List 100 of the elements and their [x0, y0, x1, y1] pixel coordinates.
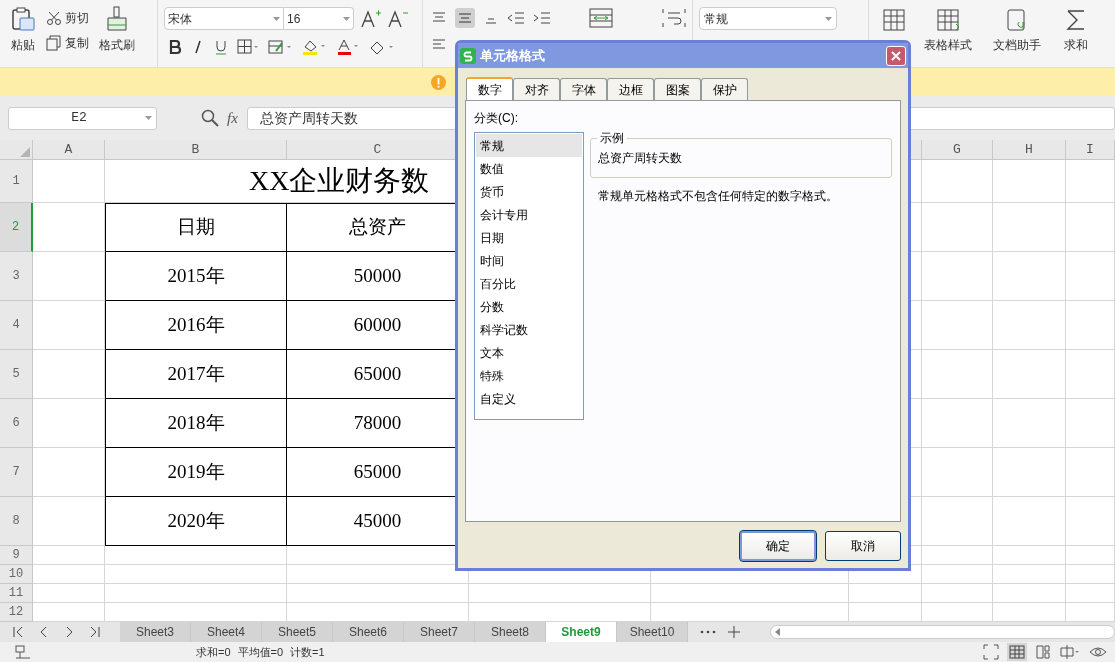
- decrease-font-icon[interactable]: [387, 8, 409, 29]
- page-break-icon[interactable]: [1035, 644, 1051, 660]
- decrease-indent-icon[interactable]: [507, 11, 525, 25]
- normal-view-icon[interactable]: [1007, 643, 1027, 661]
- category-item[interactable]: 会计专用: [476, 203, 582, 226]
- category-item[interactable]: 数值: [476, 157, 582, 180]
- grid-cell: [33, 497, 105, 546]
- fill-color-icon[interactable]: [301, 38, 327, 56]
- clipboard-icon[interactable]: [10, 6, 36, 32]
- underline-icon[interactable]: [214, 39, 228, 55]
- reading-mode-icon[interactable]: [1059, 644, 1081, 660]
- align-top-icon[interactable]: [431, 11, 447, 25]
- column-header[interactable]: G: [922, 140, 993, 159]
- category-item[interactable]: 日期: [476, 226, 582, 249]
- sheet-tab[interactable]: Sheet8: [475, 622, 546, 642]
- category-item[interactable]: 分数: [476, 295, 582, 318]
- sheet-tab[interactable]: Sheet3: [120, 622, 191, 642]
- dialog-tab[interactable]: 图案: [654, 78, 701, 100]
- add-sheet-icon[interactable]: [728, 626, 740, 638]
- row-header[interactable]: 10: [0, 565, 33, 584]
- caret-icon[interactable]: [825, 16, 832, 21]
- font-name-dropdown[interactable]: 宋体: [164, 7, 284, 30]
- number-format-dropdown[interactable]: 常规: [699, 7, 837, 30]
- column-header[interactable]: B: [105, 140, 287, 159]
- copy-icon[interactable]: [46, 35, 62, 51]
- sheet-tab[interactable]: Sheet10: [617, 622, 688, 642]
- category-item[interactable]: 科学记数: [476, 318, 582, 341]
- dialog-tab[interactable]: 对齐: [513, 78, 560, 100]
- close-icon[interactable]: [891, 50, 901, 61]
- paintbrush-icon[interactable]: [105, 6, 129, 32]
- dialog-button[interactable]: 确定: [740, 531, 816, 561]
- category-item[interactable]: 自定义: [476, 387, 582, 410]
- borders-icon[interactable]: [237, 39, 259, 55]
- grid-cell: [1066, 546, 1115, 565]
- more-icon[interactable]: [700, 629, 716, 635]
- dialog-tab[interactable]: 保护: [701, 78, 748, 100]
- sheet-tab[interactable]: Sheet5: [262, 622, 333, 642]
- table-icon[interactable]: [882, 8, 906, 32]
- caret-icon[interactable]: [343, 16, 350, 21]
- align-left-icon[interactable]: [431, 38, 447, 52]
- category-item[interactable]: 特殊: [476, 364, 582, 387]
- row-header[interactable]: 3: [0, 252, 33, 301]
- wrap-text-icon[interactable]: [661, 8, 687, 28]
- row-header[interactable]: 11: [0, 584, 33, 603]
- align-middle-icon[interactable]: [455, 8, 475, 28]
- sheet-tab[interactable]: Sheet7: [404, 622, 475, 642]
- category-item[interactable]: 时间: [476, 249, 582, 272]
- conditional-format-icon[interactable]: [268, 39, 292, 55]
- table-style-icon[interactable]: [936, 8, 960, 32]
- row-header[interactable]: 9: [0, 546, 33, 565]
- column-header[interactable]: H: [993, 140, 1066, 159]
- fullscreen-icon[interactable]: [983, 644, 999, 660]
- row-header[interactable]: 7: [0, 448, 33, 497]
- row-header[interactable]: 12: [0, 603, 33, 622]
- name-box[interactable]: E2: [8, 106, 157, 130]
- paste-button[interactable]: 粘贴: [10, 6, 36, 54]
- format-painter-button[interactable]: 格式刷: [99, 6, 135, 54]
- copy-button[interactable]: 复制: [46, 34, 89, 52]
- category-item[interactable]: 百分比: [476, 272, 582, 295]
- dialog-tab[interactable]: 边框: [607, 78, 654, 100]
- eraser-icon[interactable]: [369, 39, 395, 55]
- font-color-icon[interactable]: [336, 38, 360, 56]
- ribbon-button[interactable]: 求和: [1055, 8, 1097, 54]
- horizontal-scrollbar[interactable]: [770, 625, 1115, 639]
- bold-icon[interactable]: [168, 39, 182, 55]
- function-label[interactable]: fx: [227, 106, 238, 130]
- merge-cells-icon[interactable]: [589, 8, 613, 28]
- dialog-tab[interactable]: 数字: [466, 77, 513, 100]
- scissors-icon[interactable]: [46, 11, 62, 25]
- increase-indent-icon[interactable]: [533, 11, 551, 25]
- close-button[interactable]: [886, 45, 906, 66]
- column-header[interactable]: A: [33, 140, 105, 159]
- sheet-tab[interactable]: Sheet4: [191, 622, 262, 642]
- zoom-icon[interactable]: [201, 109, 219, 127]
- column-header[interactable]: I: [1066, 140, 1115, 159]
- category-item[interactable]: 文本: [476, 341, 582, 364]
- caret-icon[interactable]: [145, 116, 152, 120]
- table-cell: 2017年: [105, 350, 287, 399]
- cut-button[interactable]: 剪切: [46, 9, 89, 27]
- sheet-tab[interactable]: Sheet6: [333, 622, 404, 642]
- category-item[interactable]: 货币: [476, 180, 582, 203]
- caret-icon[interactable]: [273, 16, 280, 21]
- status-icon[interactable]: [14, 644, 32, 660]
- row-header[interactable]: 8: [0, 497, 33, 546]
- increase-font-icon[interactable]: [360, 8, 382, 29]
- row-header[interactable]: 1: [0, 160, 33, 203]
- row-header[interactable]: 4: [0, 301, 33, 350]
- app-logo-icon[interactable]: [460, 47, 476, 64]
- font-size-dropdown[interactable]: 16: [284, 7, 354, 30]
- ribbon-button[interactable]: 文档助手: [979, 8, 1055, 54]
- row-header[interactable]: 5: [0, 350, 33, 399]
- ribbon-button[interactable]: 表格样式: [917, 8, 979, 54]
- grid-cell: [33, 350, 105, 399]
- category-item[interactable]: 常规: [476, 134, 582, 157]
- scroll-left-icon[interactable]: [774, 628, 782, 636]
- eye-icon[interactable]: [1089, 644, 1107, 660]
- dialog-tab[interactable]: 字体: [560, 78, 607, 100]
- row-header[interactable]: 6: [0, 399, 33, 448]
- sheet-tab[interactable]: Sheet9: [546, 622, 617, 642]
- dialog-button[interactable]: 取消: [825, 531, 901, 561]
